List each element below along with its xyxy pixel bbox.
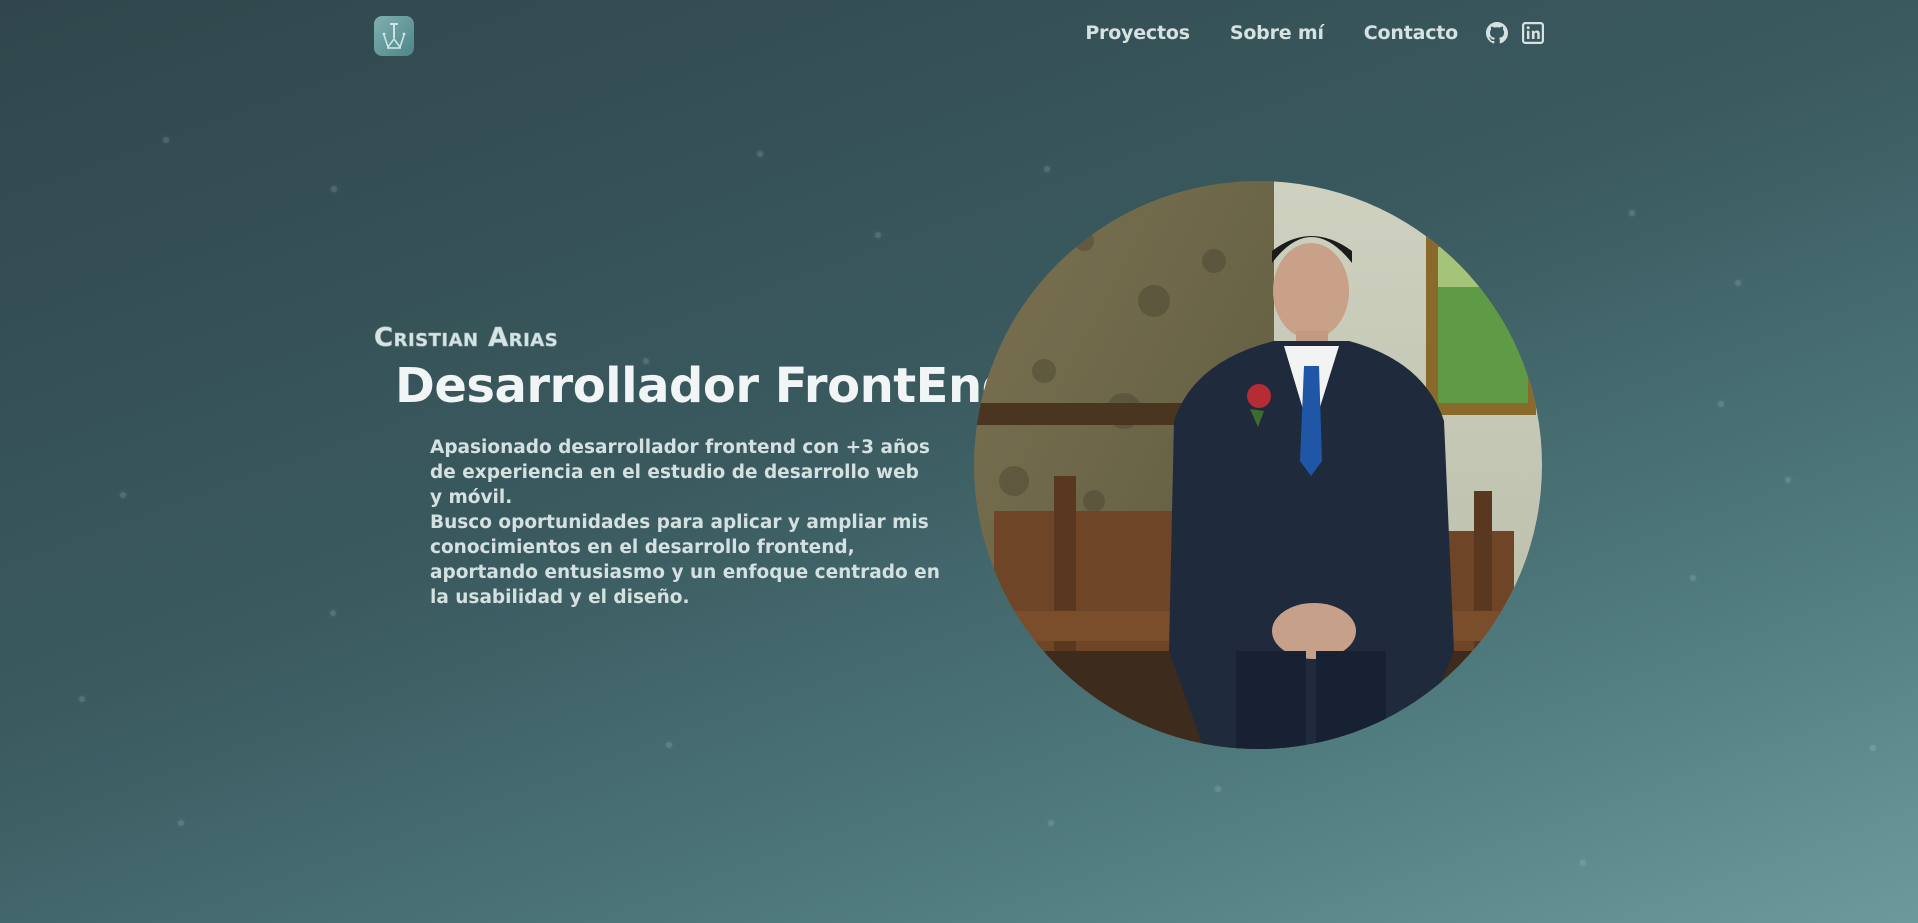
profile-photo (974, 181, 1542, 749)
particle (875, 232, 881, 238)
github-glyph (1486, 22, 1508, 44)
nav-link-proyectos[interactable]: Proyectos (1085, 22, 1190, 44)
nav-link-contacto[interactable]: Contacto (1364, 22, 1458, 44)
particle (79, 696, 85, 702)
particle (1735, 280, 1741, 286)
particle (1215, 786, 1221, 792)
background-particles (0, 0, 1918, 923)
github-icon[interactable] (1486, 22, 1508, 44)
particle (330, 610, 336, 616)
linkedin-glyph (1522, 22, 1544, 44)
particle (163, 137, 169, 143)
navbar: Proyectos Sobre mí Contacto (374, 14, 1544, 60)
linkedin-icon[interactable] (1522, 22, 1544, 44)
hero-description: Apasionado desarrollador frontend con +3… (430, 435, 950, 610)
particle (1870, 745, 1876, 751)
nav-links: Proyectos Sobre mí Contacto (1045, 22, 1544, 44)
hero-title: Desarrollador FrontEnd (395, 358, 1016, 414)
particle (1690, 575, 1696, 581)
particle (666, 742, 672, 748)
particle (120, 492, 126, 498)
particle (1785, 477, 1791, 483)
nav-link-sobre-mi[interactable]: Sobre mí (1230, 22, 1324, 44)
particle (178, 820, 184, 826)
particle (1044, 166, 1050, 172)
particle (1718, 401, 1724, 407)
description-paragraph: Apasionado desarrollador frontend con +3… (430, 437, 930, 508)
logo-glyph (382, 23, 406, 49)
particle (1048, 820, 1054, 826)
particle (757, 151, 763, 157)
hero-name: Cristian Arias (374, 323, 559, 354)
description-paragraph: Busco oportunidades para aplicar y ampli… (430, 512, 940, 608)
particle (331, 186, 337, 192)
particle (1580, 860, 1586, 866)
profile-photo-illustration (974, 181, 1542, 749)
particle (1629, 210, 1635, 216)
crown-monogram-logo-icon[interactable] (374, 16, 414, 56)
